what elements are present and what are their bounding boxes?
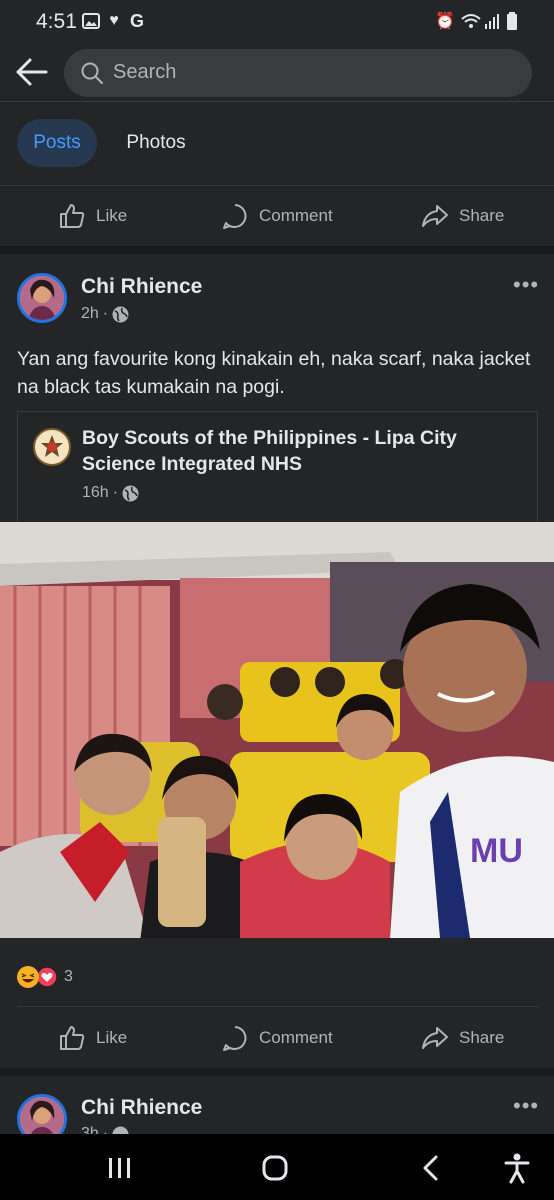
reaction-count: 3 (64, 968, 73, 985)
recent-apps-icon[interactable] (106, 1156, 134, 1180)
post-author-name[interactable]: Chi Rhience (81, 275, 202, 299)
shared-post-time: 16h (82, 484, 109, 501)
comment-label: Comment (259, 1028, 333, 1047)
search-header: Search (0, 44, 554, 102)
like-button[interactable]: Like (58, 186, 127, 246)
tab-posts[interactable]: Posts (17, 119, 97, 167)
share-button[interactable]: Share (421, 186, 504, 246)
comment-button[interactable]: Comment (221, 1008, 333, 1068)
search-icon (80, 61, 104, 85)
post-actions: Like Comment Share (0, 1008, 554, 1068)
status-bar: 4:51 ♥ G ⏰ (0, 0, 554, 44)
home-icon[interactable] (261, 1154, 289, 1182)
tab-photos[interactable]: Photos (110, 119, 202, 167)
comment-icon (223, 204, 247, 229)
shared-page-name[interactable]: Boy Scouts of the Philippines - Lipa Cit… (82, 425, 512, 477)
comment-icon (223, 1026, 247, 1051)
share-label: Share (459, 206, 505, 225)
thumbs-up-icon (60, 1026, 85, 1050)
previous-post-actions: Like Comment Share (0, 186, 554, 246)
back-arrow-icon[interactable] (14, 56, 50, 88)
post-meta: 2h · (81, 305, 129, 323)
post-time: 2h (81, 305, 99, 322)
meta-separator: · (102, 1125, 109, 1134)
thumbs-up-icon (60, 204, 85, 228)
divider (17, 1006, 538, 1007)
post-time: 3h (81, 1125, 99, 1134)
post-meta: 3h · (81, 1125, 129, 1134)
post-text: Yan ang favourite kong kinakain eh, naka… (17, 348, 531, 398)
profile-tabs: Posts Photos (0, 102, 554, 186)
feed-gap (0, 1068, 554, 1076)
like-label: Like (96, 206, 128, 225)
svg-text:MU: MU (470, 832, 523, 870)
post-photo[interactable]: MU (0, 522, 554, 938)
shared-post-header[interactable]: Boy Scouts of the Philippines - Lipa Cit… (17, 411, 538, 522)
wifi-signal-icon (460, 12, 500, 30)
gallery-icon (82, 12, 100, 30)
reaction-summary[interactable]: 3 (17, 966, 73, 988)
meta-separator: · (112, 484, 119, 501)
heart-icon: ♥ (109, 12, 119, 29)
like-button[interactable]: Like (58, 1008, 127, 1068)
avatar[interactable] (17, 1094, 67, 1134)
post-author-name[interactable]: Chi Rhience (81, 1096, 202, 1120)
feed-gap (0, 246, 554, 254)
post-card: Chi Rhience 2h · ••• Yan ang favourite k… (0, 254, 554, 1068)
back-icon[interactable] (420, 1154, 442, 1182)
shared-post-meta: 16h · (82, 484, 139, 502)
meta-separator: · (102, 305, 109, 322)
next-post-card: Chi Rhience 3h · ••• (0, 1076, 554, 1134)
avatar[interactable] (17, 273, 67, 323)
search-placeholder: Search (113, 61, 177, 83)
comment-label: Comment (259, 206, 333, 225)
comment-button[interactable]: Comment (221, 186, 333, 246)
like-label: Like (96, 1028, 128, 1047)
accessibility-icon[interactable] (503, 1152, 531, 1184)
more-options-icon[interactable]: ••• (513, 272, 539, 298)
system-navigation-bar (0, 1134, 554, 1200)
search-input[interactable]: Search (64, 49, 532, 97)
globe-icon (122, 485, 139, 501)
alarm-icon: ⏰ (435, 13, 455, 30)
battery-icon (503, 12, 521, 30)
more-options-icon[interactable]: ••• (513, 1093, 539, 1119)
globe-icon (112, 1126, 129, 1134)
share-label: Share (459, 1028, 505, 1047)
share-button[interactable]: Share (421, 1008, 504, 1068)
share-icon (422, 1027, 448, 1049)
status-time: 4:51 (36, 10, 77, 33)
globe-icon (112, 306, 129, 322)
haha-reaction-icon (17, 966, 39, 988)
love-reaction-icon (36, 966, 58, 988)
google-icon: G (129, 10, 144, 31)
share-icon (422, 205, 448, 227)
page-logo (33, 428, 71, 466)
